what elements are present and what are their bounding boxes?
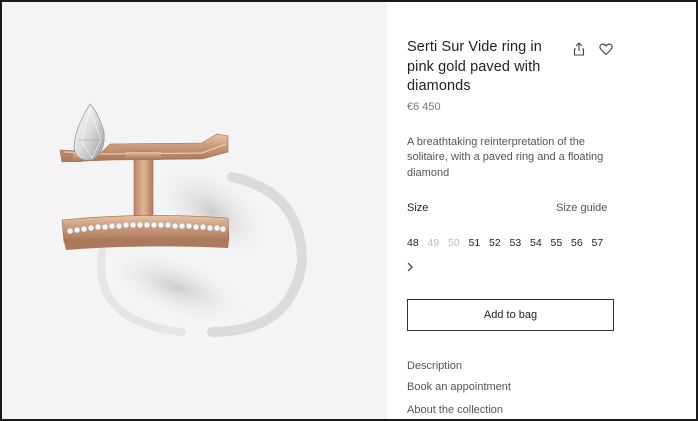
- product-title: Serti Sur Vide ring in pink gold paved w…: [407, 39, 542, 94]
- product-description: A breathtaking reinterpretation of the s…: [407, 136, 604, 179]
- page-frame: Serti Sur Vide ring in pink gold paved w…: [0, 0, 698, 421]
- size-option-54[interactable]: 54: [530, 237, 551, 249]
- size-option-48[interactable]: 48: [407, 237, 428, 249]
- size-option-49[interactable]: 49: [428, 237, 449, 249]
- chevron-right-icon[interactable]: [405, 260, 417, 274]
- size-label: Size: [407, 202, 429, 214]
- description-link[interactable]: Description: [407, 360, 462, 372]
- size-option-55[interactable]: 55: [551, 237, 572, 249]
- size-guide-link[interactable]: Size guide: [556, 202, 607, 214]
- product-price: €6 450: [407, 101, 441, 113]
- product-details-panel: Serti Sur Vide ring in pink gold paved w…: [387, 2, 696, 419]
- heart-icon[interactable]: [598, 41, 614, 57]
- product-image-panel: [2, 2, 387, 419]
- size-option-57[interactable]: 57: [592, 237, 613, 249]
- size-option-53[interactable]: 53: [510, 237, 531, 249]
- size-option-50[interactable]: 50: [448, 237, 469, 249]
- add-to-bag-button[interactable]: Add to bag: [407, 299, 614, 331]
- product-image: [59, 103, 308, 337]
- size-option-52[interactable]: 52: [489, 237, 510, 249]
- book-appointment-link[interactable]: Book an appointment: [407, 381, 511, 393]
- size-option-51[interactable]: 51: [469, 237, 490, 249]
- size-option-56[interactable]: 56: [571, 237, 592, 249]
- size-selector: 48 49 50 51 52 53 54 55 56 57: [407, 237, 612, 249]
- about-collection-link[interactable]: About the collection: [407, 404, 503, 416]
- share-icon[interactable]: [571, 41, 587, 57]
